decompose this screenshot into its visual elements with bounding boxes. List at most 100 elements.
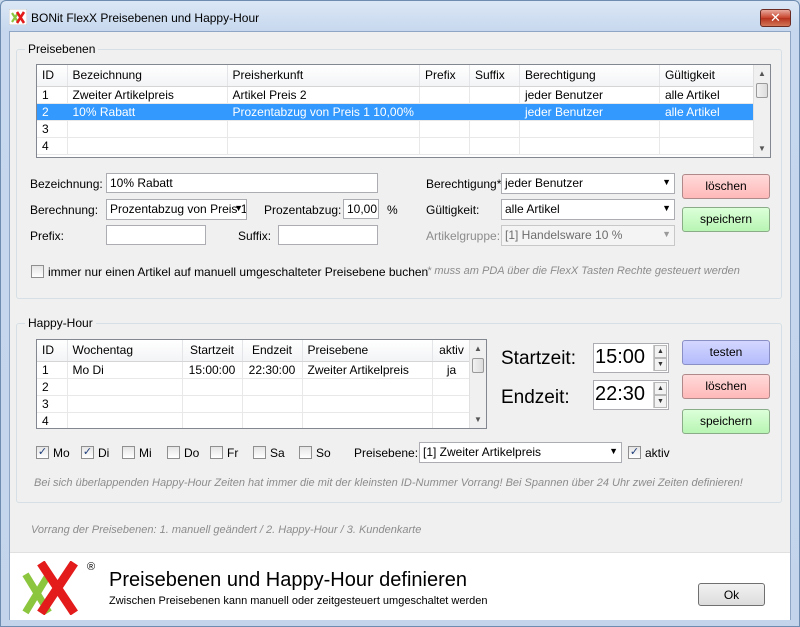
table-row[interactable]: 4 (37, 137, 760, 155)
happyhour-table[interactable]: ID Wochentag Startzeit Endzeit Preiseben… (36, 339, 487, 429)
weekday-checkbox-so[interactable] (299, 446, 312, 459)
ok-button[interactable]: Ok (698, 583, 765, 606)
table-cell (242, 395, 303, 413)
table-cell: Mo Di (67, 361, 183, 379)
column-header[interactable]: Preisebene (302, 340, 433, 362)
gueltigkeit-select[interactable]: alle Artikel ▼ (501, 199, 675, 220)
table-cell (419, 103, 470, 121)
table-row[interactable]: 3 (37, 395, 472, 413)
scroll-thumb[interactable] (756, 83, 768, 98)
scroll-down-icon[interactable]: ▼ (754, 140, 770, 157)
column-header[interactable]: Wochentag (67, 340, 183, 362)
scroll-thumb[interactable] (472, 358, 484, 373)
main-window: BONit FlexX Preisebenen und Happy-Hour ✕… (0, 0, 800, 627)
table-cell (182, 378, 243, 396)
weekday-label: Mo (53, 446, 70, 460)
table-cell (302, 378, 433, 396)
startzeit-spinner[interactable]: ▲ ▼ (653, 345, 667, 371)
table-row[interactable]: 1 Mo Di 15:00:00 22:30:00 Zweiter Artike… (37, 361, 472, 379)
prozentabzug-input[interactable]: 10,00 (343, 199, 379, 219)
spin-up-icon[interactable]: ▲ (654, 345, 667, 358)
column-header[interactable]: Prefix (419, 65, 470, 87)
spin-up-icon[interactable]: ▲ (654, 382, 667, 395)
table-cell (432, 412, 472, 428)
column-header[interactable]: Bezeichnung (67, 65, 228, 87)
column-header[interactable]: Endzeit (242, 340, 303, 362)
scroll-up-icon[interactable]: ▲ (754, 65, 770, 82)
column-header[interactable]: Suffix (469, 65, 520, 87)
happyhour-preisebene-value: [1] Zweiter Artikelpreis (423, 445, 542, 459)
close-button[interactable]: ✕ (760, 9, 791, 27)
suffix-input[interactable] (278, 225, 378, 245)
weekday-label: Di (98, 446, 110, 460)
weekday-checkbox-mo[interactable]: ✓ (36, 446, 49, 459)
table-cell (419, 137, 470, 155)
column-header[interactable]: Gültigkeit (659, 65, 760, 87)
preisebenen-scrollbar[interactable]: ▲ ▼ (753, 65, 770, 157)
column-header[interactable]: ID (37, 340, 68, 362)
weekday-checkbox-fr[interactable] (210, 446, 223, 459)
table-cell: 10% Rabatt (67, 103, 228, 121)
scroll-up-icon[interactable]: ▲ (470, 340, 486, 357)
column-header[interactable]: Preisherkunft (227, 65, 420, 87)
preisebene-delete-button[interactable]: löschen (682, 174, 770, 199)
artikelgruppe-select-value: [1] Handelsware 10 % (505, 228, 623, 242)
table-cell (67, 412, 183, 428)
title-bar: BONit FlexX Preisebenen und Happy-Hour ✕ (1, 1, 799, 31)
table-row[interactable]: 3 (37, 120, 760, 138)
column-header[interactable]: Berechtigung (519, 65, 660, 87)
berechnung-select[interactable]: Prozentabzug von Preis 1 ▼ (106, 199, 247, 220)
column-header[interactable]: Startzeit (182, 340, 243, 362)
percent-label: % (387, 203, 398, 217)
bezeichnung-input[interactable]: 10% Rabatt (106, 173, 378, 193)
spin-down-icon[interactable]: ▼ (654, 395, 667, 408)
happyhour-preisebene-select[interactable]: [1] Zweiter Artikelpreis ▼ (419, 442, 622, 463)
aktiv-checkbox[interactable]: ✓ (628, 446, 641, 459)
preisebenen-table[interactable]: ID Bezeichnung Preisherkunft Prefix Suff… (36, 64, 771, 158)
berechtigung-select[interactable]: jeder Benutzer ▼ (501, 173, 675, 194)
table-row[interactable]: 4 (37, 412, 472, 428)
weekday-checkbox-sa[interactable] (253, 446, 266, 459)
happyhour-group-label: Happy-Hour (25, 316, 96, 330)
chevron-down-icon: ▼ (662, 177, 671, 187)
berechtigung-label: Berechtigung*: (426, 177, 505, 191)
column-header[interactable]: ID (37, 65, 68, 87)
table-cell (432, 395, 472, 413)
table-cell (227, 120, 420, 138)
footer-panel: ® Preisebenen und Happy-Hour definieren … (10, 552, 790, 620)
happyhour-header-row: ID Wochentag Startzeit Endzeit Preiseben… (37, 340, 472, 362)
prefix-input[interactable] (106, 225, 206, 245)
happyhour-save-button[interactable]: speichern (682, 409, 770, 434)
happyhour-scrollbar[interactable]: ▲ ▼ (469, 340, 486, 428)
endzeit-label: Endzeit: (501, 387, 570, 408)
happyhour-delete-button[interactable]: löschen (682, 374, 770, 399)
table-cell (519, 120, 660, 138)
single-article-checkbox-label: immer nur einen Artikel auf manuell umge… (48, 265, 429, 279)
scroll-down-icon[interactable]: ▼ (470, 411, 486, 428)
table-row-selected[interactable]: 2 10% Rabatt Prozentabzug von Preis 1 10… (37, 103, 760, 121)
table-cell (519, 137, 660, 155)
dialog-client: Preisebenen ID Bezeichnung Preisherkunft… (9, 31, 791, 620)
table-cell: 2 (37, 378, 68, 396)
vorrang-note: Vorrang der Preisebenen: 1. manuell geän… (31, 524, 422, 536)
table-cell (67, 378, 183, 396)
preisebenen-header-row: ID Bezeichnung Preisherkunft Prefix Suff… (37, 65, 760, 87)
weekday-checkbox-do[interactable] (167, 446, 180, 459)
weekday-checkbox-mi[interactable] (122, 446, 135, 459)
registered-mark: ® (87, 561, 96, 573)
single-article-checkbox[interactable] (31, 265, 44, 278)
table-cell: ja (432, 361, 472, 379)
happyhour-test-button[interactable]: testen (682, 340, 770, 365)
table-row[interactable]: 2 (37, 378, 472, 396)
table-cell: 15:00:00 (182, 361, 243, 379)
preisebene-save-button[interactable]: speichern (682, 207, 770, 232)
weekday-label: Sa (270, 446, 285, 460)
table-row[interactable]: 1 Zweiter Artikelpreis Artikel Preis 2 j… (37, 86, 760, 104)
spin-down-icon[interactable]: ▼ (654, 358, 667, 371)
endzeit-spinner[interactable]: ▲ ▼ (653, 382, 667, 408)
table-cell (67, 137, 228, 155)
berechnung-select-value: Prozentabzug von Preis 1 (110, 202, 247, 216)
column-header[interactable]: aktiv (432, 340, 472, 362)
gueltigkeit-select-value: alle Artikel (505, 202, 560, 216)
weekday-checkbox-di[interactable]: ✓ (81, 446, 94, 459)
